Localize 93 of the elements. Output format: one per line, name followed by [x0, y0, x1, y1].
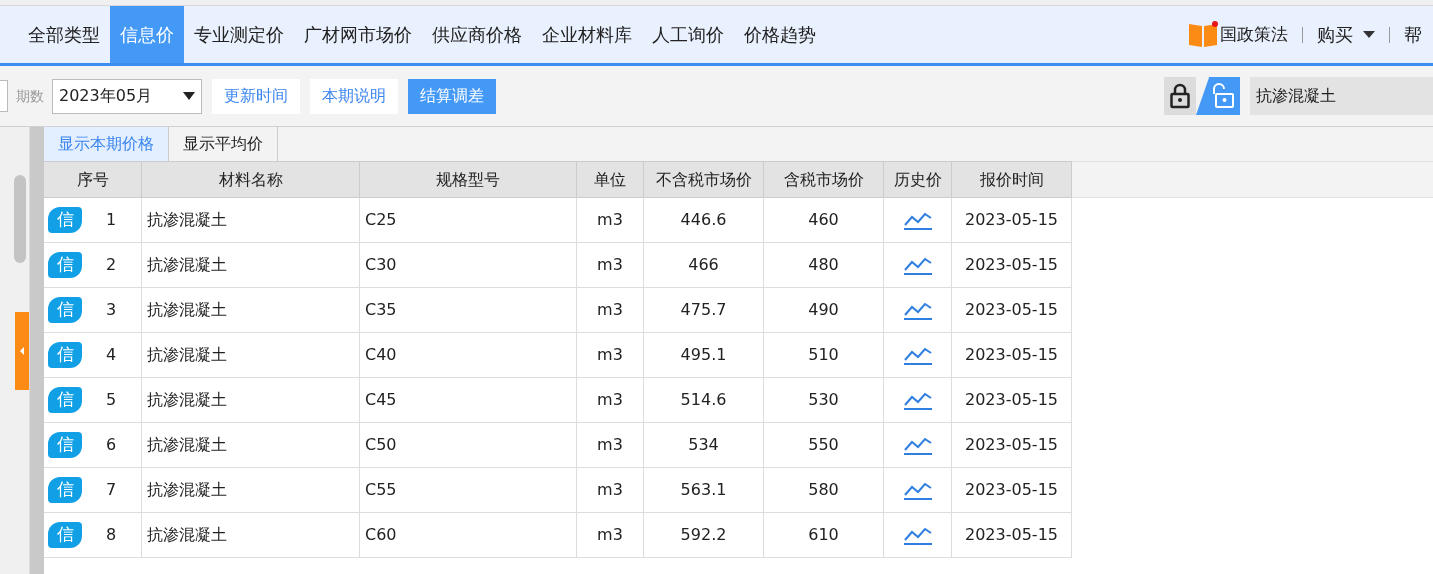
table-cell-text: 抗渗混凝土 [147, 434, 227, 456]
table-cell-text: 抗渗混凝土 [147, 479, 227, 501]
table-cell-text: m3 [597, 389, 623, 411]
unlock-icon [1211, 82, 1235, 110]
table-cell-text: m3 [597, 479, 623, 501]
table-cell-text: 610 [808, 524, 839, 546]
info-tag: 信 [48, 432, 82, 458]
row-number: 5 [106, 389, 117, 411]
table-cell-text: m3 [597, 344, 623, 366]
help-menu[interactable]: 帮 [1404, 21, 1433, 48]
column-header: 单位 [577, 162, 644, 197]
book-icon [1188, 20, 1218, 47]
table-cell-text: C45 [365, 389, 397, 411]
info-tag: 信 [48, 477, 82, 503]
table-cell-text: 2023-05-15 [965, 254, 1058, 276]
row-number: 3 [106, 299, 117, 321]
table-cell-text: 466 [688, 254, 719, 276]
table-cell-text: 534 [688, 434, 719, 456]
column-header: 序号 [44, 162, 142, 197]
table-cell-text: 2023-05-15 [965, 389, 1058, 411]
column-header: 材料名称 [142, 162, 360, 197]
collapse-handle[interactable] [15, 312, 29, 390]
table-cell-text: 530 [808, 389, 839, 411]
column-header: 规格型号 [360, 162, 577, 197]
table-cell-text: 446.6 [680, 209, 727, 231]
table-cell-text: m3 [597, 209, 623, 231]
table-cell-text: C50 [365, 434, 397, 456]
row-number: 1 [106, 209, 117, 231]
nav-tab[interactable]: 供应商价格 [422, 6, 532, 63]
nav-tab[interactable]: 企业材料库 [532, 6, 642, 63]
table-cell-text: m3 [597, 254, 623, 276]
row-number: 8 [106, 524, 117, 546]
table-cell-text: 抗渗混凝土 [147, 344, 227, 366]
row-number: 4 [106, 344, 117, 366]
table-cell-text: 550 [808, 434, 839, 456]
table-cell-text: 514.6 [680, 389, 727, 411]
table-cell-text: 480 [808, 254, 839, 276]
row-number: 2 [106, 254, 117, 276]
table-cell-text: C30 [365, 254, 397, 276]
table-cell-text: C40 [365, 344, 397, 366]
table-cell-text: 2023-05-15 [965, 434, 1058, 456]
row-number: 6 [106, 434, 117, 456]
buy-menu[interactable]: 购买 [1317, 21, 1375, 48]
table-cell-text: C35 [365, 299, 397, 321]
table-cell-text: 563.1 [680, 479, 727, 501]
table-cell-text: 抗渗混凝土 [147, 209, 227, 231]
info-tag: 信 [48, 342, 82, 368]
table-cell-text: 460 [808, 209, 839, 231]
table-cell-text: C60 [365, 524, 397, 546]
table-cell-text: 抗渗混凝土 [147, 299, 227, 321]
table-cell-text: C25 [365, 209, 397, 231]
toolbar-button[interactable]: 本期说明 [310, 78, 398, 114]
table-cell-text: 510 [808, 344, 839, 366]
table-cell-text: 抗渗混凝土 [147, 389, 227, 411]
table-cell-text: m3 [597, 299, 623, 321]
column-header: 不含税市场价 [644, 162, 764, 197]
table-cell-text: C55 [365, 479, 397, 501]
nav-tab[interactable]: 全部类型 [18, 6, 110, 63]
info-tag: 信 [48, 252, 82, 278]
input-field[interactable] [0, 80, 8, 112]
table-cell-text: 2023-05-15 [965, 479, 1058, 501]
policy-link[interactable]: 国政策法 [1220, 21, 1288, 48]
table-cell-text: 475.7 [680, 299, 727, 321]
table-cell-text: 2023-05-15 [965, 344, 1058, 366]
table-cell-text: 抗渗混凝土 [147, 254, 227, 276]
info-tag: 信 [48, 207, 82, 233]
nav-tab[interactable]: 价格趋势 [734, 6, 826, 63]
table-cell-text: m3 [597, 434, 623, 456]
table-cell-text: 490 [808, 299, 839, 321]
row-number: 7 [106, 479, 117, 501]
table-cell-text: 2023-05-15 [965, 299, 1058, 321]
table-cell-text: m3 [597, 524, 623, 546]
table-cell-text: 2023-05-15 [965, 209, 1058, 231]
column-header: 历史价 [884, 162, 952, 197]
table-cell-text: 495.1 [680, 344, 727, 366]
lock-icon [1170, 83, 1190, 109]
lock-button[interactable] [1164, 77, 1196, 115]
scrollbar-thumb[interactable] [14, 175, 26, 263]
info-tag: 信 [48, 387, 82, 413]
search-field[interactable]: 抗渗混凝土 [1250, 77, 1433, 115]
nav-tab[interactable]: 广材网市场价 [294, 6, 422, 63]
period-select[interactable]: 2023年05月 [52, 78, 202, 114]
toolbar-button[interactable]: 更新时间 [212, 78, 300, 114]
table-cell-text: 580 [808, 479, 839, 501]
table-cell-text: 2023-05-15 [965, 524, 1058, 546]
info-tag: 信 [48, 522, 82, 548]
table-cell-text: 抗渗混凝土 [147, 524, 227, 546]
column-header: 含税市场价 [764, 162, 884, 197]
nav-tab[interactable]: 人工询价 [642, 6, 734, 63]
table-cell-text: 592.2 [680, 524, 727, 546]
period-label: 期数 [16, 86, 44, 106]
nav-tab[interactable]: 专业测定价 [184, 6, 294, 63]
info-tag: 信 [48, 297, 82, 323]
